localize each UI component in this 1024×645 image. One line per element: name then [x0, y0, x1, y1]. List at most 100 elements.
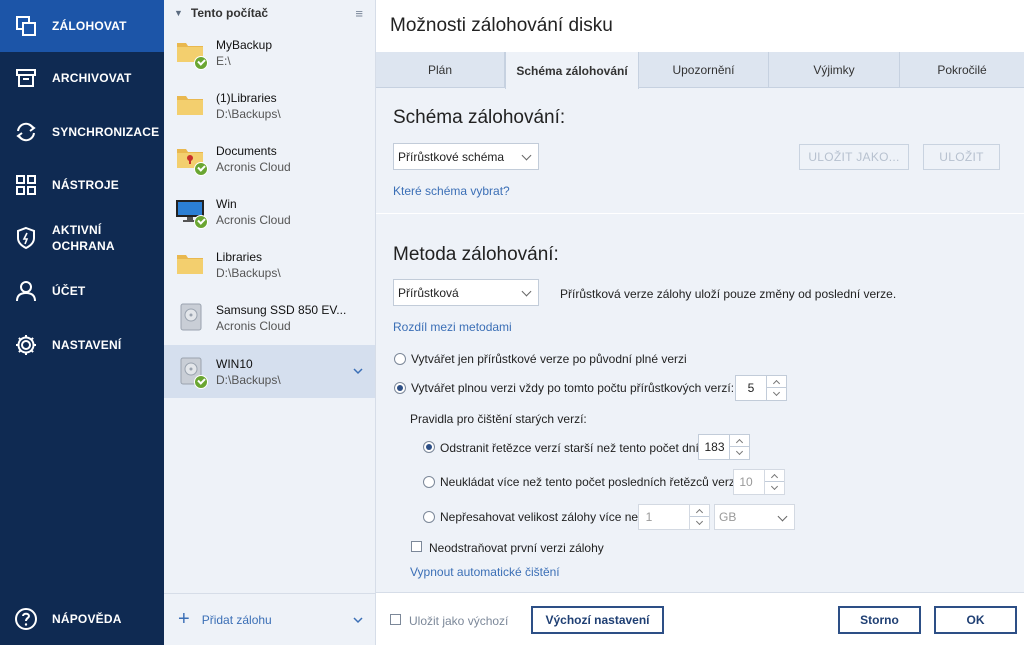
nav-label: AKTIVNÍ OCHRANA: [52, 222, 115, 254]
tab-exclusions[interactable]: Výjimky: [769, 52, 900, 88]
options-panel: Možnosti zálohování disku Plán Schéma zá…: [376, 0, 1024, 645]
backup-location: D:\Backups\: [216, 265, 281, 280]
radio-delete-older-than[interactable]: [423, 441, 435, 453]
tab-notifications[interactable]: Upozornění: [639, 52, 769, 88]
folder-icon: [164, 79, 216, 132]
radio-max-size[interactable]: [423, 511, 435, 523]
backup-item-libraries[interactable]: Libraries D:\Backups\: [164, 238, 375, 291]
tab-advanced[interactable]: Pokročilé: [900, 52, 1024, 88]
stepper-value: 5: [747, 381, 755, 395]
radio-incremental-only[interactable]: [394, 353, 406, 365]
nav-item-active-protection[interactable]: AKTIVNÍ OCHRANA: [0, 212, 164, 264]
shield-icon: [0, 226, 52, 250]
tab-bar: Plán Schéma zálohování Upozornění Výjimk…: [376, 52, 1024, 89]
backup-item-1libraries[interactable]: (1)Libraries D:\Backups\: [164, 79, 375, 132]
plus-icon: +: [178, 608, 190, 630]
backup-name: Samsung SSD 850 EV...: [216, 302, 347, 317]
backup-location: Acronis Cloud: [216, 212, 291, 227]
scheme-heading: Schéma zálohování:: [393, 107, 566, 128]
dialog-footer: Uložit jako výchozí Výchozí nastavení St…: [376, 592, 1024, 645]
help-icon: [0, 607, 52, 631]
ok-button[interactable]: OK: [934, 606, 1017, 634]
archive-icon: [0, 67, 52, 89]
nav-label: NASTAVENÍ: [52, 338, 122, 352]
days-stepper[interactable]: 183: [698, 434, 750, 460]
backup-item-win[interactable]: Win Acronis Cloud: [164, 185, 375, 238]
backup-name: (1)Libraries: [216, 90, 277, 105]
chevron-down-icon: [777, 511, 788, 522]
stepper-up-icon[interactable]: [767, 376, 786, 388]
monitor-icon: [164, 185, 216, 238]
nav-label: NÁSTROJE: [52, 178, 119, 192]
backup-item-win10[interactable]: WIN10 D:\Backups\: [164, 345, 375, 398]
radio-max-chains[interactable]: [423, 476, 435, 488]
scheme-dropdown[interactable]: Přírůstkové schéma: [393, 143, 539, 170]
sync-icon: [0, 121, 52, 143]
chains-stepper[interactable]: 10: [733, 469, 785, 495]
opt-incremental-only-label: Vytvářet jen přírůstkové verze po původn…: [411, 352, 687, 366]
backup-list-panel: ▼ Tento počítač ≡ MyBackup E:\ (1)Librari…: [164, 0, 376, 645]
save-button[interactable]: ULOŽIT: [923, 144, 1000, 170]
disable-cleanup-link[interactable]: Vypnout automatické čištění: [410, 565, 560, 579]
stepper-down-icon[interactable]: [690, 517, 709, 529]
which-scheme-link[interactable]: Které schéma vybrat?: [393, 184, 510, 198]
save-as-default-label: Uložit jako výchozí: [409, 614, 509, 628]
nav-item-backup[interactable]: ZÁLOHOVAT: [0, 0, 164, 52]
backup-location: E:\: [216, 53, 231, 68]
backup-location: Acronis Cloud: [216, 159, 291, 174]
backup-item-mybackup[interactable]: MyBackup E:\: [164, 26, 375, 79]
full-after-n-stepper[interactable]: 5: [735, 375, 787, 401]
stepper-up-icon[interactable]: [730, 435, 749, 447]
backup-location: D:\Backups\: [216, 372, 281, 387]
stepper-down-icon[interactable]: [767, 388, 786, 400]
stepper-down-icon[interactable]: [730, 447, 749, 459]
default-settings-button[interactable]: Výchozí nastavení: [531, 606, 664, 634]
rule-delete-older-label: Odstranit řetězce verzí starší než tento…: [440, 441, 703, 455]
method-diff-link[interactable]: Rozdíl mezi metodami: [393, 320, 512, 334]
tab-plan[interactable]: Plán: [376, 52, 505, 88]
add-backup-button[interactable]: + Přidat zálohu: [164, 593, 375, 645]
nav-item-sync[interactable]: SYNCHRONIZACE: [0, 106, 164, 158]
nav-item-settings[interactable]: NASTAVENÍ: [0, 319, 164, 371]
list-header[interactable]: ▼ Tento počítač ≡: [164, 0, 375, 26]
stepper-arrows: [689, 505, 709, 529]
cancel-button[interactable]: Storno: [838, 606, 921, 634]
stepper-value: 1: [645, 510, 653, 524]
radio-full-after-n[interactable]: [394, 382, 406, 394]
method-dropdown[interactable]: Přírůstková: [393, 279, 539, 306]
gear-icon: [0, 333, 52, 357]
keep-first-version-label: Neodstraňovat první verzi zálohy: [429, 541, 604, 555]
save-as-button[interactable]: ULOŽIT JAKO...: [799, 144, 909, 170]
section-divider: [376, 213, 1024, 214]
backup-item-samsung-ssd[interactable]: Samsung SSD 850 EV... Acronis Cloud: [164, 291, 375, 344]
backup-name: Libraries: [216, 249, 263, 264]
stepper-down-icon[interactable]: [765, 482, 784, 494]
nav-label-line2: OCHRANA: [52, 239, 115, 253]
method-heading: Metoda zálohování:: [393, 244, 559, 265]
size-unit-dropdown[interactable]: GB: [714, 504, 795, 530]
nav-item-account[interactable]: ÚČET: [0, 265, 164, 317]
method-dropdown-value: Přírůstková: [398, 285, 459, 300]
cleanup-heading: Pravidla pro čištění starých verzí:: [410, 412, 587, 426]
backup-item-documents[interactable]: Documents Acronis Cloud: [164, 132, 375, 185]
list-menu-icon[interactable]: ≡: [355, 6, 363, 21]
stepper-up-icon[interactable]: [690, 505, 709, 517]
ok-check-icon: [194, 375, 208, 389]
stepper-up-icon[interactable]: [765, 470, 784, 482]
nav-label: ZÁLOHOVAT: [52, 19, 127, 33]
save-as-default-checkbox[interactable]: [390, 614, 401, 625]
size-stepper[interactable]: 1: [638, 504, 710, 530]
nav-item-help[interactable]: NÁPOVĚDA: [0, 593, 164, 645]
nav-item-tools[interactable]: NÁSTROJE: [0, 159, 164, 211]
nav-label: NÁPOVĚDA: [52, 612, 122, 626]
keep-first-version-checkbox[interactable]: [411, 541, 422, 552]
chevron-down-icon[interactable]: [353, 367, 363, 375]
nav-item-archive[interactable]: ARCHIVOVAT: [0, 52, 164, 104]
disk-icon: [164, 345, 216, 398]
ok-check-icon: [194, 56, 208, 70]
chevron-down-icon[interactable]: [353, 616, 363, 624]
tab-scheme[interactable]: Schéma zálohování: [505, 52, 639, 89]
opt-full-after-n-label: Vytvářet plnou verzi vždy po tomto počtu…: [411, 381, 735, 395]
grid-icon: [0, 174, 52, 196]
backup-name: MyBackup: [216, 37, 273, 52]
